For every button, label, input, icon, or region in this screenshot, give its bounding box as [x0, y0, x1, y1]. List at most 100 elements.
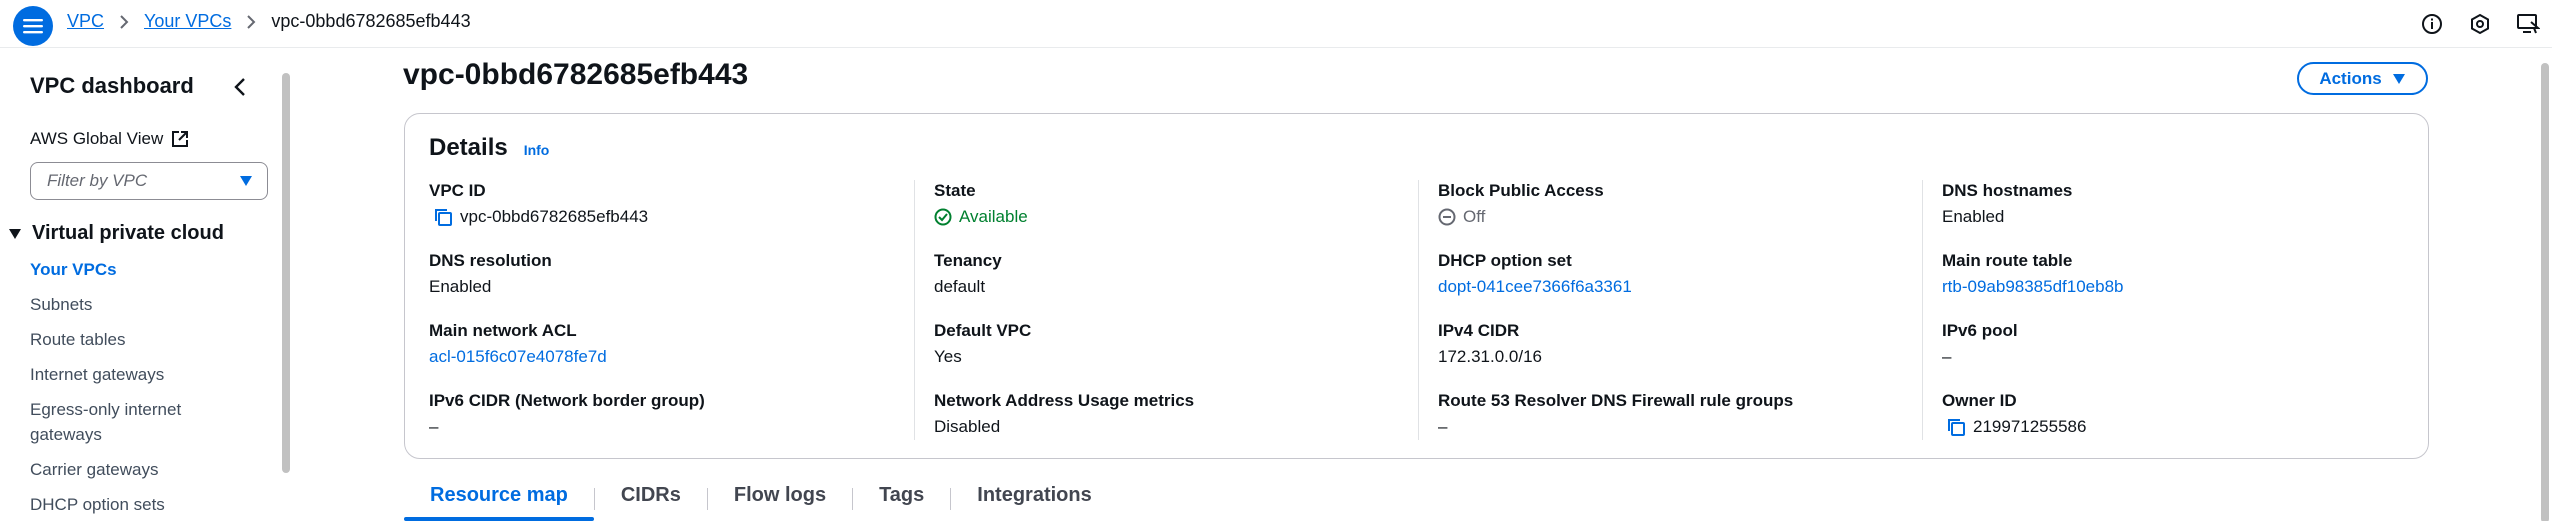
kv-value: Available — [934, 204, 1028, 230]
info-circle-icon[interactable] — [2408, 12, 2456, 36]
copy-icon[interactable] — [1946, 417, 1966, 437]
kv-label: Block Public Access — [1438, 181, 1604, 200]
sidebar-item-carrier-gateways[interactable]: Carrier gateways — [30, 457, 159, 482]
kv-label: Network Address Usage metrics — [934, 391, 1195, 410]
state-value: Available — [959, 207, 1028, 226]
sidebar-scrollbar-thumb[interactable] — [282, 73, 290, 473]
kv-label: IPv4 CIDR — [1438, 321, 1520, 340]
kv-label: Route 53 Resolver DNS Firewall rule grou… — [1438, 391, 1794, 410]
actions-button[interactable]: Actions — [2297, 62, 2428, 95]
filter-placeholder: Filter by VPC — [47, 171, 148, 190]
main-network-acl-link[interactable]: acl-015f6c07e4078fe7d — [429, 344, 607, 370]
kv-state: State Available — [934, 180, 1028, 230]
kv-value: 172.31.0.0/16 — [1438, 347, 1542, 366]
kv-main-network-acl: Main network ACL acl-015f6c07e4078fe7d — [429, 320, 607, 370]
details-column-3: Block Public Access Off DHCP option set … — [1438, 180, 1918, 440]
caret-down-icon — [9, 228, 21, 239]
sidebar-item-subnets[interactable]: Subnets — [30, 292, 92, 317]
sidebar-item-route-tables[interactable]: Route tables — [30, 327, 125, 352]
tab-tags[interactable]: Tags — [853, 480, 950, 521]
external-link-icon — [172, 131, 189, 147]
hamburger-icon — [23, 19, 43, 34]
main-route-table-link[interactable]: rtb-09ab98385df10eb8b — [1942, 274, 2124, 300]
kv-value: vpc-0bbd6782685efb443 — [429, 204, 648, 230]
kv-label: Default VPC — [934, 321, 1032, 340]
sidebar-item-egress-only-internet-gateways[interactable]: Egress-only internet gateways — [30, 397, 230, 447]
page-title: vpc-0bbd6782685efb443 — [403, 58, 749, 91]
minus-circle-icon — [1438, 208, 1456, 226]
chevron-right-icon — [246, 14, 256, 29]
breadcrumb-link-vpc[interactable]: VPC — [67, 11, 104, 32]
kv-default-vpc: Default VPC Yes — [934, 320, 1031, 370]
kv-value: – — [429, 417, 439, 436]
filter-by-vpc-select[interactable]: Filter by VPC — [30, 162, 268, 200]
copy-icon[interactable] — [433, 207, 453, 227]
top-navigation-bar: VPC Your VPCs vpc-0bbd6782685efb443 — [0, 0, 2552, 48]
sidebar-section-virtual-private-cloud[interactable]: Virtual private cloud — [8, 222, 224, 245]
kv-label: Owner ID — [1942, 391, 2017, 410]
kv-block-public-access: Block Public Access Off — [1438, 180, 1604, 230]
kv-ipv4-cidr: IPv4 CIDR 172.31.0.0/16 — [1438, 320, 1542, 370]
aws-global-view-link[interactable]: AWS Global View — [30, 129, 189, 149]
kv-value: Enabled — [429, 277, 492, 296]
kv-owner-id: Owner ID 219971255586 — [1942, 390, 2086, 440]
sidebar-scrollbar[interactable] — [281, 59, 291, 521]
kv-value: Off — [1438, 204, 1604, 230]
kv-value: – — [1438, 417, 1448, 436]
kv-value: default — [934, 277, 986, 296]
actions-label: Actions — [2319, 68, 2382, 88]
menu-toggle-button[interactable] — [13, 6, 53, 46]
vpc-id-value: vpc-0bbd6782685efb443 — [460, 207, 649, 226]
kv-network-address-usage: Network Address Usage metrics Disabled — [934, 390, 1194, 440]
kv-label: DNS resolution — [429, 251, 552, 270]
details-header: Details Info — [429, 134, 549, 162]
kv-value: Enabled — [1942, 207, 2005, 226]
kv-label: DHCP option set — [1438, 251, 1572, 270]
details-container: Details Info VPC ID vpc-0bbd6782685efb44… — [404, 113, 2429, 459]
info-link[interactable]: Info — [524, 142, 550, 158]
column-divider — [1922, 180, 1923, 440]
kv-dhcp-option-set: DHCP option set dopt-041cee7366f6a3361 — [1438, 250, 1632, 300]
sidebar: VPC dashboard AWS Global View Filter by … — [0, 49, 290, 521]
sidebar-item-dhcp-option-sets[interactable]: DHCP option sets — [30, 492, 165, 517]
kv-value: – — [1942, 347, 1952, 366]
tab-flow-logs[interactable]: Flow logs — [708, 480, 852, 521]
kv-dns-resolution: DNS resolution Enabled — [429, 250, 552, 300]
sidebar-item-internet-gateways[interactable]: Internet gateways — [30, 362, 164, 387]
column-divider — [1418, 180, 1419, 440]
chevron-left-icon — [234, 78, 245, 96]
sidebar-collapse-button[interactable] — [226, 73, 254, 101]
column-divider — [914, 180, 915, 440]
aws-global-view-label: AWS Global View — [30, 129, 164, 148]
tab-resource-map[interactable]: Resource map — [404, 480, 594, 521]
screen-feedback-icon[interactable] — [2504, 12, 2552, 36]
owner-id-value: 219971255586 — [1973, 417, 2087, 436]
tab-cidrs[interactable]: CIDRs — [595, 480, 707, 521]
kv-main-route-table: Main route table rtb-09ab98385df10eb8b — [1942, 250, 2124, 300]
details-column-2: State Available Tenancy default Default … — [934, 180, 1414, 440]
details-title: Details — [429, 134, 508, 161]
kv-value: 219971255586 — [1942, 414, 2086, 440]
kv-ipv6-pool: IPv6 pool – — [1942, 320, 2018, 370]
sidebar-title: VPC dashboard — [30, 73, 194, 98]
top-icon-group — [2408, 12, 2552, 36]
dhcp-option-set-link[interactable]: dopt-041cee7366f6a3361 — [1438, 274, 1632, 300]
sidebar-item-your-vpcs[interactable]: Your VPCs — [30, 257, 117, 282]
breadcrumb-current: vpc-0bbd6782685efb443 — [271, 11, 471, 31]
kv-label: State — [934, 181, 976, 200]
tab-integrations[interactable]: Integrations — [951, 480, 1117, 521]
main-scrollbar-thumb[interactable] — [2541, 63, 2549, 521]
kv-value: Disabled — [934, 417, 1001, 436]
main-scrollbar[interactable] — [2537, 49, 2552, 521]
breadcrumb-link-your-vpcs[interactable]: Your VPCs — [144, 11, 231, 32]
details-column-1: VPC ID vpc-0bbd6782685efb443 DNS resolut… — [429, 180, 909, 440]
kv-label: VPC ID — [429, 181, 486, 200]
kv-label: DNS hostnames — [1942, 181, 2073, 200]
settings-hex-icon[interactable] — [2456, 12, 2504, 36]
sidebar-section-label: Virtual private cloud — [32, 222, 224, 244]
check-circle-icon — [934, 208, 952, 226]
kv-label: Tenancy — [934, 251, 1002, 270]
kv-ipv6-cidr: IPv6 CIDR (Network border group) – — [429, 390, 705, 440]
kv-label: Main route table — [1942, 251, 2073, 270]
caret-down-icon — [240, 176, 252, 186]
